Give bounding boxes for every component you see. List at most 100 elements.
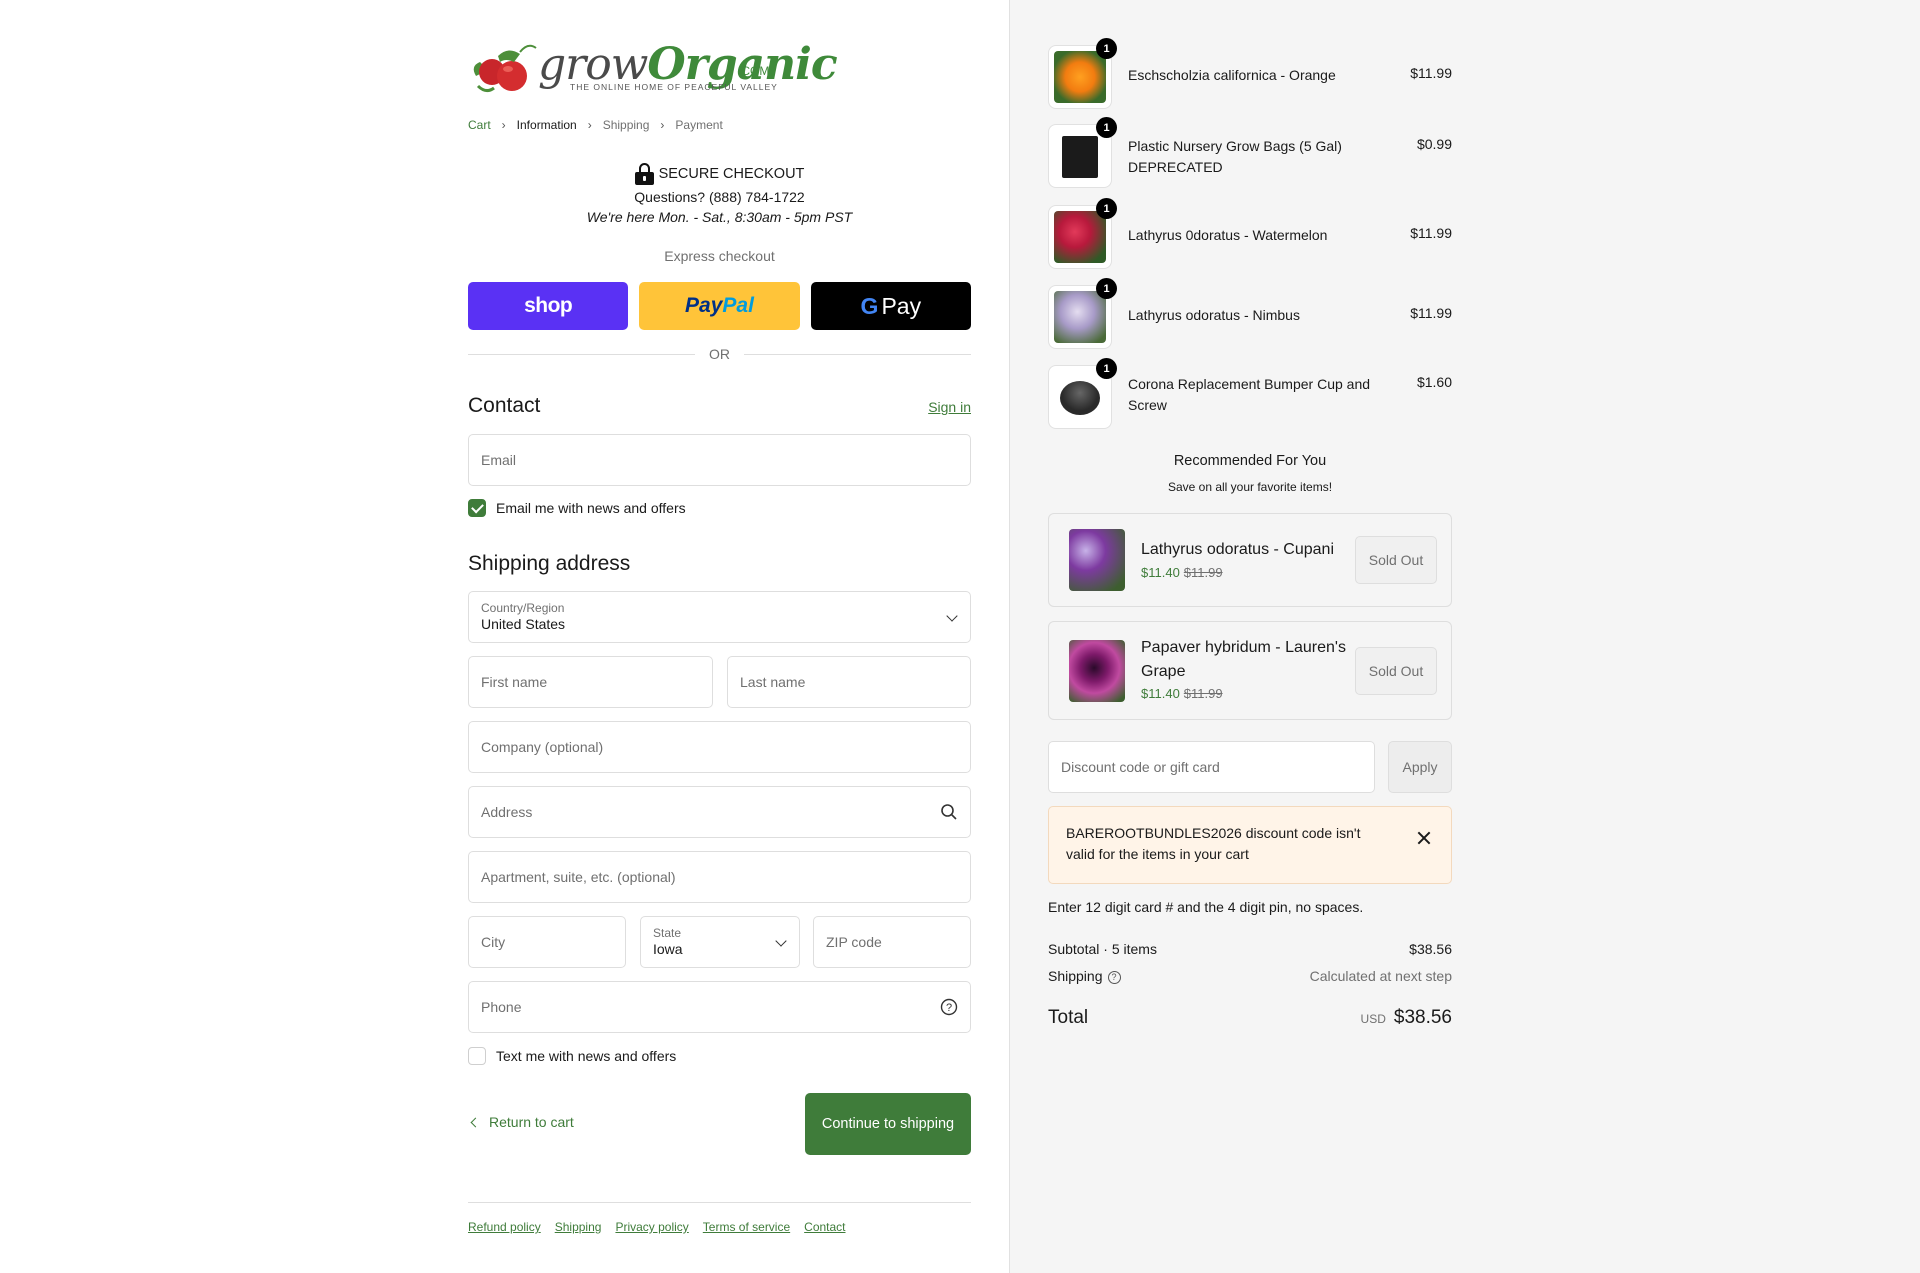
support-phone: Questions? (888) 784-1722 <box>634 189 805 205</box>
privacy-policy-link[interactable]: Privacy policy <box>615 1220 688 1234</box>
secure-checkout-block: SECURE CHECKOUT Questions? (888) 784-172… <box>468 163 971 225</box>
recommended-title: Recommended For You <box>1173 453 1327 469</box>
shipping-address-heading: Shipping address <box>468 552 631 575</box>
quantity-badge: 1 <box>1096 358 1117 379</box>
shop-pay-button[interactable]: shop <box>468 282 629 330</box>
subtotal-value: $38.56 <box>1409 941 1452 957</box>
recommended-product-name[interactable]: Papaver hybridum - Lauren's Grape <box>1141 636 1361 684</box>
discount-code-input[interactable]: Discount code or gift card <box>1048 741 1375 793</box>
item-name: Lathyrus odoratus - Nimbus <box>1128 307 1300 323</box>
quantity-badge: 1 <box>1096 198 1117 219</box>
breadcrumb-cart[interactable]: Cart <box>468 118 491 132</box>
text-news-checkbox-row[interactable]: Text me with news and offers <box>468 1047 676 1065</box>
breadcrumb-information: Information <box>516 118 577 132</box>
company-field[interactable]: Company (optional) <box>468 721 971 773</box>
shipping-value: Calculated at next step <box>1309 968 1452 984</box>
recommended-product-card: Lathyrus odoratus - Cupani $11.40 $11.99 … <box>1048 513 1452 607</box>
cart-item: 1 Corona Replacement Bumper Cup and Scre… <box>1048 358 1452 429</box>
chevron-down-icon <box>775 935 787 947</box>
last-name-field[interactable]: Last name <box>727 656 971 708</box>
express-checkout-label: Express checkout <box>664 248 775 264</box>
help-icon[interactable]: ? <box>1107 970 1121 984</box>
express-checkout-buttons: shop Pay Pal G Pay <box>468 282 971 330</box>
item-name: Eschscholzia californica - Orange <box>1128 67 1336 83</box>
terms-of-service-link[interactable]: Terms of service <box>703 1220 790 1234</box>
logo-tagline: THE ONLINE HOME OF PEACEFUL VALLEY <box>570 82 778 92</box>
email-news-checkbox[interactable] <box>468 499 486 517</box>
item-name: Plastic Nursery Grow Bags (5 Gal) DEPREC… <box>1128 138 1342 175</box>
recommended-product-name[interactable]: Lathyrus odoratus - Cupani <box>1141 538 1361 562</box>
text-news-label: Text me with news and offers <box>496 1048 677 1064</box>
first-name-field[interactable]: First name <box>468 656 713 708</box>
contact-heading: Contact <box>468 394 541 417</box>
quantity-badge: 1 <box>1096 38 1117 59</box>
tomato-logo-icon <box>473 44 537 93</box>
sold-out-button[interactable]: Sold Out <box>1355 536 1437 584</box>
breadcrumb: Cart › Information › Shipping › Payment <box>468 118 723 132</box>
apply-discount-button[interactable]: Apply <box>1388 741 1452 793</box>
email-news-checkbox-row[interactable]: Email me with news and offers <box>468 499 686 517</box>
state-select[interactable]: State Iowa <box>640 916 800 968</box>
item-price: $0.99 <box>1416 136 1452 152</box>
item-name: Lathyrus 0doratus - Watermelon <box>1128 227 1328 243</box>
shipping-policy-link[interactable]: Shipping <box>555 1220 602 1234</box>
currency-code: USD <box>1360 1012 1386 1026</box>
search-icon <box>941 804 957 820</box>
email-field[interactable]: Email <box>468 434 971 486</box>
product-image[interactable] <box>1069 529 1125 591</box>
chevron-down-icon <box>946 610 958 622</box>
item-price: $11.99 <box>1410 65 1452 81</box>
country-select[interactable]: Country/Region United States <box>468 591 971 643</box>
address-field[interactable]: Address <box>468 786 971 838</box>
quantity-badge: 1 <box>1096 117 1117 138</box>
sign-in-link[interactable]: Sign in <box>928 399 971 415</box>
return-to-cart-link[interactable]: Return to cart <box>468 1114 574 1130</box>
chevron-left-icon <box>470 1117 481 1127</box>
item-price: $11.99 <box>1410 305 1452 321</box>
product-thumbnail: 1 <box>1048 38 1117 109</box>
continue-to-shipping-button[interactable]: Continue to shipping <box>805 1093 971 1155</box>
breadcrumb-shipping: Shipping <box>602 118 650 132</box>
or-divider: OR <box>468 346 971 362</box>
google-g-icon: G <box>860 292 879 319</box>
cart-item: 1 Eschscholzia californica - Orange $11.… <box>1048 38 1452 109</box>
lock-icon <box>634 163 654 185</box>
item-name: Corona Replacement Bumper Cup and Screw <box>1128 376 1371 413</box>
support-hours: We're here Mon. - Sat., 8:30am - 5pm PST <box>586 209 853 225</box>
paypal-button[interactable]: Pay Pal <box>639 282 800 330</box>
apartment-field[interactable]: Apartment, suite, etc. (optional) <box>468 851 971 903</box>
discount-error-text: BAREROOTBUNDLES2026 discount code isn't … <box>1066 825 1361 862</box>
phone-field[interactable]: Phone ? <box>468 981 971 1033</box>
total-label: Total <box>1048 1007 1089 1028</box>
total-value: $38.56 <box>1393 1007 1452 1028</box>
breadcrumb-payment: Payment <box>675 118 723 132</box>
contact-link[interactable]: Contact <box>804 1220 845 1234</box>
cart-item: 1 Lathyrus 0doratus - Watermelon $11.99 <box>1048 198 1452 269</box>
footer-links: Refund policy Shipping Privacy policy Te… <box>468 1220 846 1234</box>
product-thumbnail: 1 <box>1048 358 1117 429</box>
city-field[interactable]: City <box>468 916 626 968</box>
product-image[interactable] <box>1069 640 1125 702</box>
groworganic-logo[interactable]: growOrganic .COM THE ONLINE HOME OF PEAC… <box>468 34 838 102</box>
subtotal-row: Subtotal · 5 items $38.56 <box>1048 941 1452 957</box>
cart-item: 1 Plastic Nursery Grow Bags (5 Gal) DEPR… <box>1048 117 1452 188</box>
recommended-subtitle: Save on all your favorite items! <box>1167 480 1333 494</box>
secure-checkout-title: SECURE CHECKOUT <box>658 166 805 182</box>
product-thumbnail: 1 <box>1048 117 1117 188</box>
zip-code-field[interactable]: ZIP code <box>813 916 971 968</box>
text-news-checkbox[interactable] <box>468 1047 486 1065</box>
help-icon[interactable]: ? <box>940 998 958 1016</box>
chevron-right-icon: › <box>501 118 506 132</box>
google-pay-button[interactable]: G Pay <box>810 282 971 330</box>
footer-divider <box>468 1202 971 1203</box>
email-news-label: Email me with news and offers <box>496 500 686 516</box>
recommended-product-card: Papaver hybridum - Lauren's Grape $11.40… <box>1048 621 1452 720</box>
gift-card-hint: Enter 12 digit card # and the 4 digit pi… <box>1048 899 1364 915</box>
quantity-badge: 1 <box>1096 278 1117 299</box>
item-price: $1.60 <box>1416 374 1452 390</box>
refund-policy-link[interactable]: Refund policy <box>468 1220 541 1234</box>
sold-out-button[interactable]: Sold Out <box>1355 647 1437 695</box>
product-thumbnail: 1 <box>1048 198 1117 269</box>
close-icon[interactable] <box>1417 831 1431 845</box>
total-row: Total USD $38.56 <box>1048 1007 1452 1029</box>
